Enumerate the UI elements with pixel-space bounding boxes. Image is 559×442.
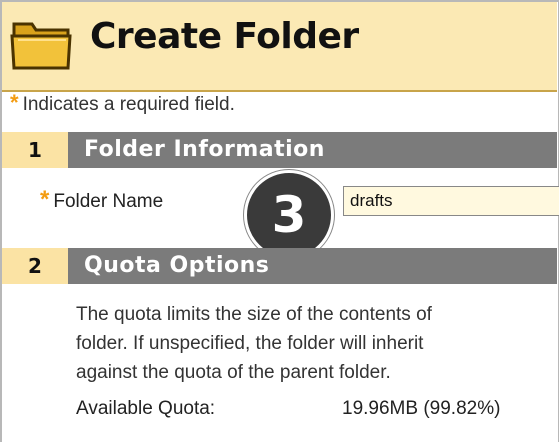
quota-description: The quota limits the size of the content… — [76, 300, 556, 387]
section-title: Quota Options — [84, 253, 270, 278]
section-folder-information: 1 Folder Information — [2, 132, 557, 168]
quota-description-line: against the quota of the parent folder. — [76, 362, 391, 383]
folder-name-label-text: Folder Name — [53, 191, 164, 212]
page-title: Create Folder — [90, 16, 359, 57]
available-quota-value: 19.96MB (99.82%) — [342, 398, 501, 419]
required-note-text: Indicates a required field. — [22, 94, 235, 115]
quota-description-line: The quota limits the size of the content… — [76, 304, 432, 325]
quota-description-line: folder. If unspecified, the folder will … — [76, 333, 424, 354]
available-quota-label: Available Quota: — [76, 398, 216, 419]
section-number: 1 — [2, 132, 68, 168]
step-badge: 3 — [244, 170, 334, 260]
section-quota-options: 2 Quota Options — [2, 248, 557, 284]
required-star-icon: * — [40, 186, 50, 213]
folder-name-input[interactable] — [343, 186, 559, 216]
required-field-note: * Indicates a required field. — [10, 90, 235, 116]
section-title: Folder Information — [84, 137, 325, 162]
folder-icon — [10, 22, 72, 70]
section-number: 2 — [2, 248, 68, 284]
required-star-icon: * — [10, 90, 19, 115]
folder-name-label: * Folder Name — [40, 186, 163, 214]
page-header: Create Folder — [2, 2, 557, 92]
